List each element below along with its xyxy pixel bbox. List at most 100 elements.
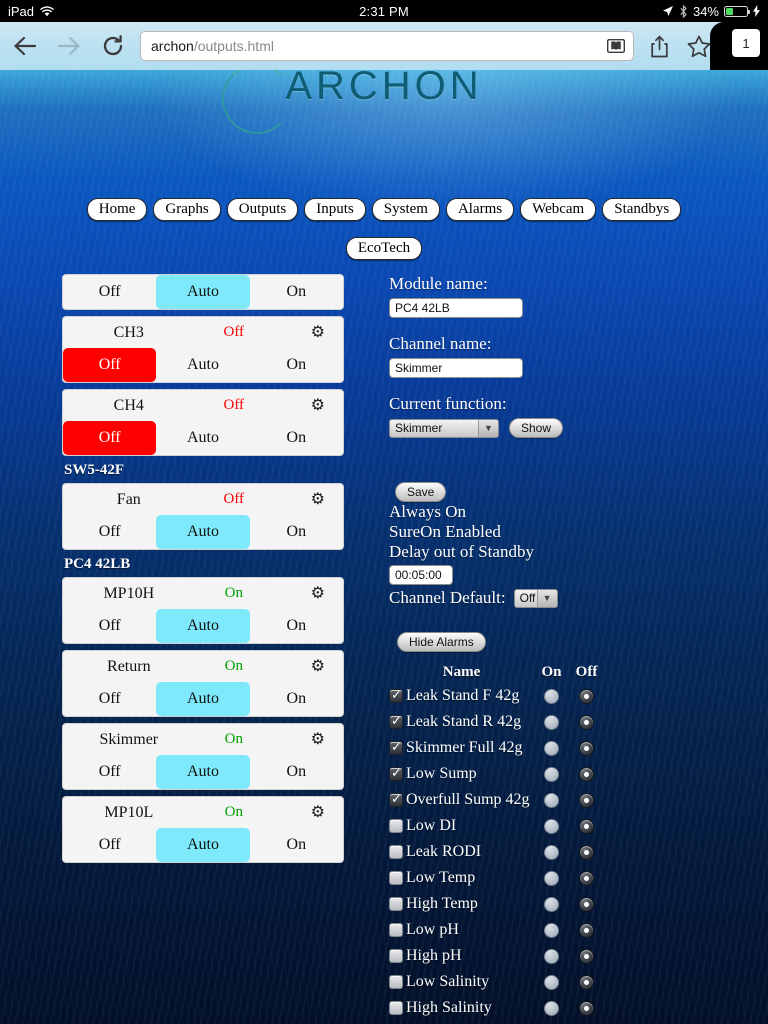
gear-icon[interactable]: ⚙ bbox=[311, 658, 325, 675]
channel-mode-off-button[interactable]: Off bbox=[63, 348, 157, 382]
channel-mode-auto-button[interactable]: Auto bbox=[156, 609, 250, 643]
nav-item-webcam[interactable]: Webcam bbox=[520, 198, 597, 221]
alarm-mode-off-radio[interactable] bbox=[579, 948, 594, 964]
alarm-mode-off-radio[interactable] bbox=[579, 896, 594, 912]
alarm-mode-off-radio[interactable] bbox=[579, 688, 594, 704]
nav-item-alarms[interactable]: Alarms bbox=[445, 198, 515, 221]
channel-mode-off-button[interactable]: Off bbox=[63, 421, 157, 455]
module-name-input[interactable]: PC4 42LB bbox=[389, 298, 523, 318]
alarm-enable-checkbox[interactable] bbox=[389, 1001, 403, 1015]
alarm-mode-on-radio[interactable] bbox=[544, 714, 559, 730]
alarm-mode-off-radio[interactable] bbox=[579, 792, 594, 808]
alarm-enable-checkbox[interactable] bbox=[389, 845, 403, 859]
channel-card[interactable]: Return On ⚙ Off Auto On bbox=[62, 650, 344, 717]
channel-card[interactable]: Skimmer On ⚙ Off Auto On bbox=[62, 723, 344, 790]
show-button[interactable]: Show bbox=[509, 418, 564, 438]
channel-mode-auto-button[interactable]: Auto bbox=[156, 682, 250, 716]
delay-out-of-standby-input[interactable]: 00:05:00 bbox=[389, 565, 453, 585]
channel-mode-auto-button[interactable]: Auto bbox=[156, 348, 249, 382]
alarm-enable-checkbox[interactable] bbox=[389, 740, 403, 755]
gear-icon[interactable]: ⚙ bbox=[311, 491, 325, 508]
alarm-mode-off-radio[interactable] bbox=[579, 1000, 594, 1016]
nav-item-ecotech[interactable]: EcoTech bbox=[345, 237, 423, 260]
channel-mode-on-button[interactable]: On bbox=[250, 682, 343, 716]
alarm-mode-off-radio[interactable] bbox=[579, 766, 594, 782]
nav-item-system[interactable]: System bbox=[371, 198, 440, 221]
alarm-enable-checkbox[interactable] bbox=[389, 792, 403, 807]
channel-mode-on-button[interactable]: On bbox=[250, 421, 343, 455]
alarm-mode-on-radio[interactable] bbox=[544, 688, 559, 704]
nav-item-standbys[interactable]: Standbys bbox=[602, 198, 682, 221]
channel-mode-on-button[interactable]: On bbox=[250, 755, 343, 789]
channel-list[interactable]: Off Auto On CH3 Off ⚙ Off Auto On CH4 Off ⚙ Off Auto O… bbox=[62, 274, 344, 870]
alarm-enable-checkbox[interactable] bbox=[389, 714, 403, 729]
channel-mode-auto-button[interactable]: Auto bbox=[156, 275, 250, 309]
channel-mode-on-button[interactable]: On bbox=[250, 275, 343, 309]
hide-alarms-button[interactable]: Hide Alarms bbox=[397, 632, 486, 652]
reload-button[interactable] bbox=[96, 29, 130, 63]
alarm-enable-checkbox[interactable] bbox=[389, 766, 403, 781]
alarm-mode-on-radio[interactable] bbox=[544, 948, 559, 964]
alarm-enable-checkbox[interactable] bbox=[389, 871, 403, 885]
address-bar[interactable]: archon/outputs.html bbox=[140, 31, 634, 61]
channel-card[interactable]: MP10H On ⚙ Off Auto On bbox=[62, 577, 344, 644]
alarm-mode-on-radio[interactable] bbox=[544, 922, 559, 938]
back-button[interactable] bbox=[8, 29, 42, 63]
nav-item-home[interactable]: Home bbox=[86, 198, 148, 221]
gear-icon[interactable]: ⚙ bbox=[311, 804, 325, 821]
channel-mode-off-button[interactable]: Off bbox=[63, 275, 156, 309]
channel-mode-off-button[interactable]: Off bbox=[63, 515, 156, 549]
channel-card[interactable]: CH4 Off ⚙ Off Auto On bbox=[62, 389, 344, 456]
nav-item-inputs[interactable]: Inputs bbox=[304, 198, 366, 221]
gear-icon[interactable]: ⚙ bbox=[311, 397, 325, 414]
channel-default-select[interactable]: Off ▼ bbox=[513, 588, 558, 608]
channel-card[interactable]: CH3 Off ⚙ Off Auto On bbox=[62, 316, 344, 383]
alarm-enable-checkbox[interactable] bbox=[389, 688, 403, 703]
alarm-mode-on-radio[interactable] bbox=[544, 740, 559, 756]
alarm-mode-on-radio[interactable] bbox=[544, 818, 559, 834]
channel-mode-off-button[interactable]: Off bbox=[63, 828, 156, 862]
channel-card[interactable]: Off Auto On bbox=[62, 274, 344, 310]
current-function-select[interactable]: Skimmer ▼ bbox=[389, 418, 499, 438]
alarm-mode-off-radio[interactable] bbox=[579, 818, 594, 834]
alarm-mode-on-radio[interactable] bbox=[544, 870, 559, 886]
channel-card[interactable]: MP10L On ⚙ Off Auto On bbox=[62, 796, 344, 863]
alarm-enable-checkbox[interactable] bbox=[389, 949, 403, 963]
alarm-mode-on-radio[interactable] bbox=[544, 896, 559, 912]
gear-icon[interactable]: ⚙ bbox=[311, 324, 325, 341]
alarm-mode-on-radio[interactable] bbox=[544, 792, 559, 808]
channel-card[interactable]: Fan Off ⚙ Off Auto On bbox=[62, 483, 344, 550]
alarm-enable-checkbox[interactable] bbox=[389, 897, 403, 911]
alarm-mode-off-radio[interactable] bbox=[579, 714, 594, 730]
alarm-mode-off-radio[interactable] bbox=[579, 844, 594, 860]
alarm-enable-checkbox[interactable] bbox=[389, 975, 403, 989]
alarm-enable-checkbox[interactable] bbox=[389, 923, 403, 937]
alarm-mode-off-radio[interactable] bbox=[579, 740, 594, 756]
channel-mode-off-button[interactable]: Off bbox=[63, 755, 156, 789]
gear-icon[interactable]: ⚙ bbox=[311, 731, 325, 748]
share-button[interactable] bbox=[644, 29, 674, 63]
alarm-enable-checkbox[interactable] bbox=[389, 819, 403, 833]
channel-mode-auto-button[interactable]: Auto bbox=[156, 755, 250, 789]
channel-mode-on-button[interactable]: On bbox=[250, 828, 343, 862]
alarm-mode-off-radio[interactable] bbox=[579, 922, 594, 938]
alarm-mode-on-radio[interactable] bbox=[544, 766, 559, 782]
channel-mode-on-button[interactable]: On bbox=[250, 609, 343, 643]
channel-name-input[interactable]: Skimmer bbox=[389, 358, 523, 378]
channel-mode-on-button[interactable]: On bbox=[250, 348, 343, 382]
forward-button[interactable] bbox=[52, 29, 86, 63]
alarm-mode-off-radio[interactable] bbox=[579, 870, 594, 886]
channel-mode-off-button[interactable]: Off bbox=[63, 609, 156, 643]
nav-item-outputs[interactable]: Outputs bbox=[226, 198, 299, 221]
alarm-mode-on-radio[interactable] bbox=[544, 844, 559, 860]
reader-view-button[interactable] bbox=[607, 39, 625, 53]
alarm-mode-off-radio[interactable] bbox=[579, 974, 594, 990]
channel-mode-off-button[interactable]: Off bbox=[63, 682, 156, 716]
channel-mode-auto-button[interactable]: Auto bbox=[156, 515, 250, 549]
channel-mode-on-button[interactable]: On bbox=[250, 515, 343, 549]
tab-count-button[interactable]: 1 bbox=[732, 29, 760, 57]
alarm-mode-on-radio[interactable] bbox=[544, 1000, 559, 1016]
save-button[interactable]: Save bbox=[395, 482, 447, 502]
gear-icon[interactable]: ⚙ bbox=[311, 585, 325, 602]
nav-item-graphs[interactable]: Graphs bbox=[153, 198, 221, 221]
